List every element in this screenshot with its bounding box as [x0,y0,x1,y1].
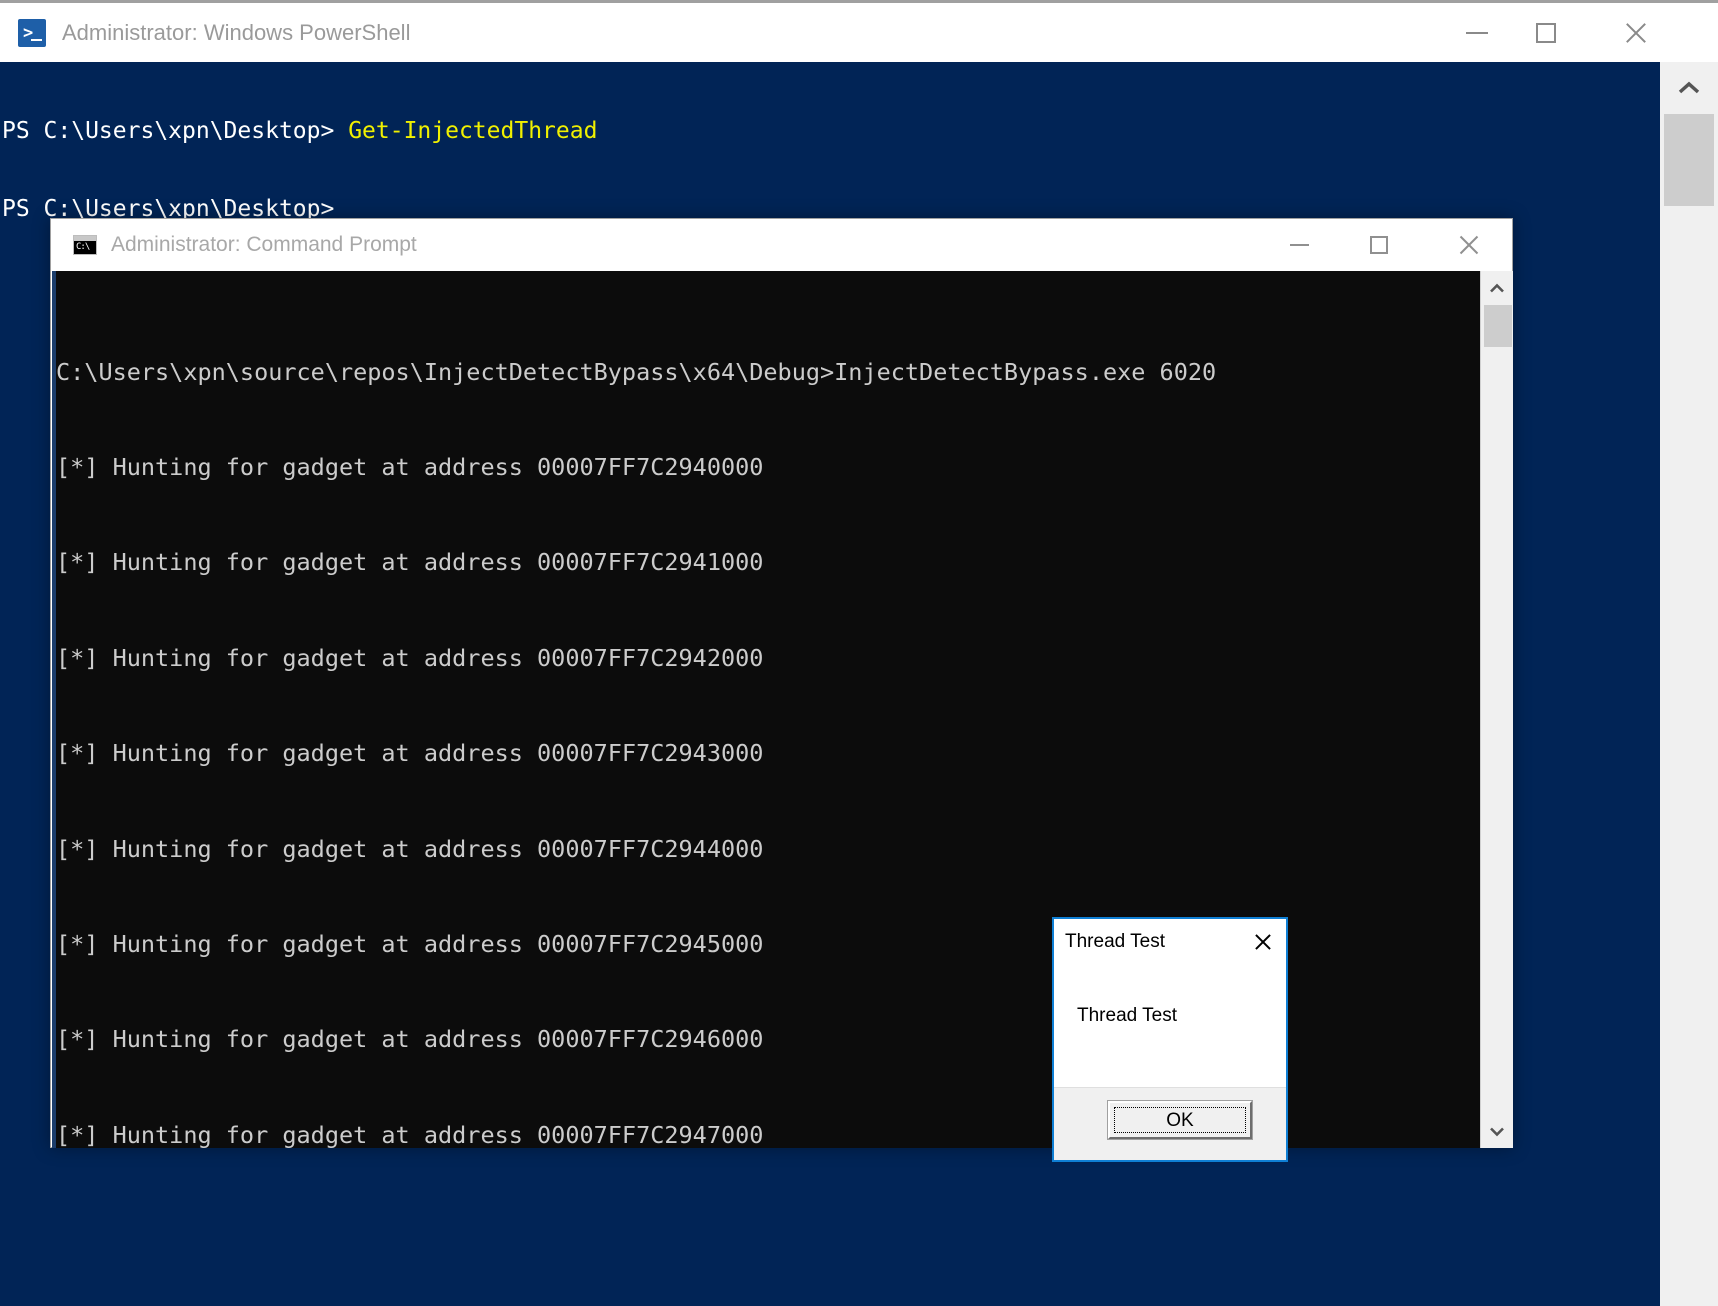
chevron-up-icon [1490,283,1504,292]
close-icon [1457,233,1481,257]
console-line: [*] Hunting for gadget at address 00007F… [56,452,764,481]
command-prompt-close-button[interactable] [1436,219,1502,271]
powershell-scrollbar[interactable] [1660,62,1718,1306]
ok-button-focus-ring: OK [1114,1107,1246,1133]
command-prompt-title: Administrator: Command Prompt [111,233,417,256]
console-line: [*] Hunting for gadget at address 00007F… [56,739,764,768]
powershell-maximize-button[interactable] [1511,3,1580,62]
dialog-message: Thread Test [1077,1005,1177,1026]
command-prompt-scroll-thumb[interactable] [1484,305,1512,347]
console-line: [*] Hunting for gadget at address 00007F… [56,834,764,863]
close-icon [1253,932,1273,952]
minimize-icon [1465,31,1488,34]
dialog-footer: OK [1054,1087,1286,1160]
powershell-prompt: PS C:\Users\xpn\Desktop> [2,118,349,144]
console-line: [*] Hunting for gadget at address 00007F… [56,548,764,577]
command-prompt-maximize-button[interactable] [1346,219,1412,271]
command-prompt-window: Administrator: Command Prompt C:\Users\x… [50,218,1513,1148]
dialog-close-button[interactable] [1240,919,1286,965]
command-prompt-minimize-button[interactable] [1266,219,1332,271]
ok-button-label: OK [1166,1109,1194,1131]
command-prompt-scrollbar[interactable] [1480,271,1513,1148]
command-prompt-scroll-down-button[interactable] [1481,1114,1513,1148]
powershell-scroll-thumb[interactable] [1664,114,1714,206]
maximize-icon [1535,22,1556,43]
command-prompt-scroll-up-button[interactable] [1481,271,1513,305]
ok-button[interactable]: OK [1107,1100,1253,1140]
dialog-title: Thread Test [1065,931,1165,952]
thread-test-dialog: Thread Test Thread Test OK [1052,917,1288,1162]
powershell-scroll-up-button[interactable] [1660,62,1718,114]
minimize-icon [1289,244,1309,246]
powershell-console-line: PS C:\Users\xpn\Desktop> Get-InjectedThr… [2,118,1660,144]
maximize-icon [1370,236,1388,254]
powershell-icon [18,18,46,47]
powershell-command: Get-InjectedThread [348,118,598,144]
console-line: [*] Hunting for gadget at address 00007F… [56,643,764,672]
close-icon [1623,20,1649,46]
console-line: C:\Users\xpn\source\repos\InjectDetectBy… [56,357,1217,386]
chevron-down-icon [1490,1127,1504,1136]
cmd-console-icon [73,235,97,255]
powershell-title: Administrator: Windows PowerShell [62,19,411,45]
dialog-content: Thread Test [1054,965,1286,1087]
powershell-close-button[interactable] [1601,3,1670,62]
powershell-minimize-button[interactable] [1442,3,1511,62]
chevron-up-icon [1678,81,1700,94]
command-prompt-body: C:\Users\xpn\source\repos\InjectDetectBy… [52,271,1513,1148]
